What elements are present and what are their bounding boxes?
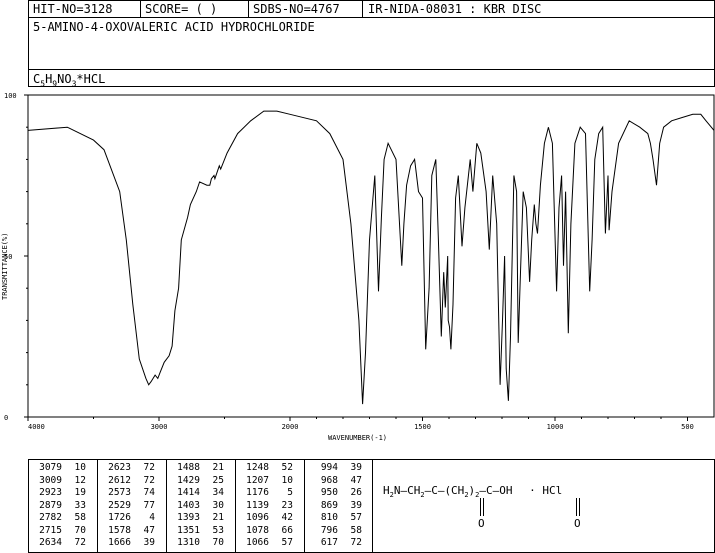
peak-transmittance: 12 [74,474,86,486]
peak-wavenumber: 1726 [108,512,131,523]
peak-column-divider [235,459,236,553]
peak-wavenumber: 1488 [177,462,200,473]
spectrum-line [27,110,715,405]
peak-transmittance: 21 [212,462,224,473]
peak-wavenumber: 3079 [39,462,62,473]
ir-spectrum-chart: 100500 4000 3000 2000 1500 1000 500 TRANSMITT… [1,92,715,442]
peak-transmittance: 57 [350,512,362,523]
peak-transmittance: 58 [350,524,362,536]
peak-transmittance: 39 [350,462,362,473]
peak-transmittance: 72 [143,474,155,486]
x-tick-label: 500 [681,423,694,431]
peak-wavenumber: 869 [320,499,338,511]
x-axis-label: WAVENUMBER(-1) [328,434,387,442]
peak-wavenumber: 1351 [177,524,200,536]
ketone-oxygen: O [478,517,485,530]
peak-wavenumber: 1176 [246,487,269,498]
peak-transmittance: 47 [350,474,362,486]
peak-wavenumber: 2612 [108,474,131,486]
y-axis-label: TRANSMITTANCE(%) [1,233,9,300]
peak-transmittance: 39 [350,499,362,511]
peak-transmittance: 70 [74,524,86,536]
peak-transmittance: 70 [212,537,224,548]
peak-wavenumber: 1066 [246,537,269,548]
structure-box [372,459,715,553]
peak-wavenumber: 1429 [177,474,200,486]
peak-wavenumber: 1078 [246,524,269,536]
y-tick-label: 100 [4,92,17,100]
peak-wavenumber: 2573 [108,487,131,498]
peak-transmittance: 25 [212,474,224,486]
peak-wavenumber: 994 [320,462,338,473]
peak-wavenumber: 1666 [108,537,131,548]
peak-column-divider [166,459,167,553]
peak-transmittance: 52 [281,462,293,473]
peak-transmittance: 21 [212,512,224,523]
x-tick-label: 3000 [151,423,168,431]
peak-wavenumber: 1414 [177,487,200,498]
peak-wavenumber: 1578 [108,524,131,536]
x-tick-label: 4000 [28,423,45,431]
peak-transmittance: 72 [74,537,86,548]
peak-transmittance: 34 [212,487,224,498]
peak-wavenumber: 810 [320,512,338,523]
peak-wavenumber: 2715 [39,524,62,536]
peak-transmittance: 39 [143,537,155,548]
peak-wavenumber: 796 [320,524,338,536]
peak-wavenumber: 2879 [39,499,62,511]
x-tick-label: 1500 [414,423,431,431]
peak-column-divider [304,459,305,553]
peak-wavenumber: 950 [320,487,338,498]
ketone-carbon: C [431,484,438,497]
peak-transmittance: 42 [281,512,293,523]
peak-transmittance: 74 [143,487,155,498]
peak-transmittance: 10 [74,462,86,473]
peak-transmittance: 30 [212,499,224,511]
x-tick-label: 2000 [282,423,299,431]
peak-transmittance: 72 [350,537,362,548]
peak-wavenumber: 968 [320,474,338,486]
peak-wavenumber: 617 [320,537,338,548]
peak-transmittance: 66 [281,524,293,536]
peak-wavenumber: 1207 [246,474,269,486]
peak-wavenumber: 2923 [39,487,62,498]
peak-wavenumber: 1393 [177,512,200,523]
peak-wavenumber: 2634 [39,537,62,548]
peak-wavenumber: 2782 [39,512,62,523]
acid-oxygen: O [574,517,581,530]
peak-wavenumber: 1310 [177,537,200,548]
peak-wavenumber: 1096 [246,512,269,523]
peak-transmittance: 57 [281,537,293,548]
peak-wavenumber: 1139 [246,499,269,511]
acid-carbon: C [486,484,493,497]
peak-transmittance: 26 [350,487,362,498]
amine-group: H2N [383,484,401,500]
peak-transmittance: 19 [74,487,86,498]
peak-transmittance: 72 [143,462,155,473]
peak-wavenumber: 2529 [108,499,131,511]
peak-wavenumber: 1248 [246,462,269,473]
plot-frame [27,94,715,418]
peak-transmittance: 47 [143,524,155,536]
peak-wavenumber: 1403 [177,499,200,511]
peak-transmittance: 10 [281,474,293,486]
peak-transmittance: 33 [74,499,86,511]
peak-transmittance: 77 [143,499,155,511]
peak-transmittance: 53 [212,524,224,536]
y-tick-label: 0 [4,414,8,422]
peak-transmittance: 58 [74,512,86,523]
hcl-salt: · HCl [529,484,563,497]
chemical-structure: H2N—CH2—C—(CH2)2—C—OH · HCl [383,484,563,500]
peak-transmittance: 5 [287,487,293,498]
peak-column-divider [97,459,98,553]
peak-wavenumber: 2623 [108,462,131,473]
peak-transmittance: 23 [281,499,293,511]
x-tick-label: 1000 [547,423,564,431]
peak-wavenumber: 3009 [39,474,62,486]
peak-transmittance: 4 [149,512,155,523]
